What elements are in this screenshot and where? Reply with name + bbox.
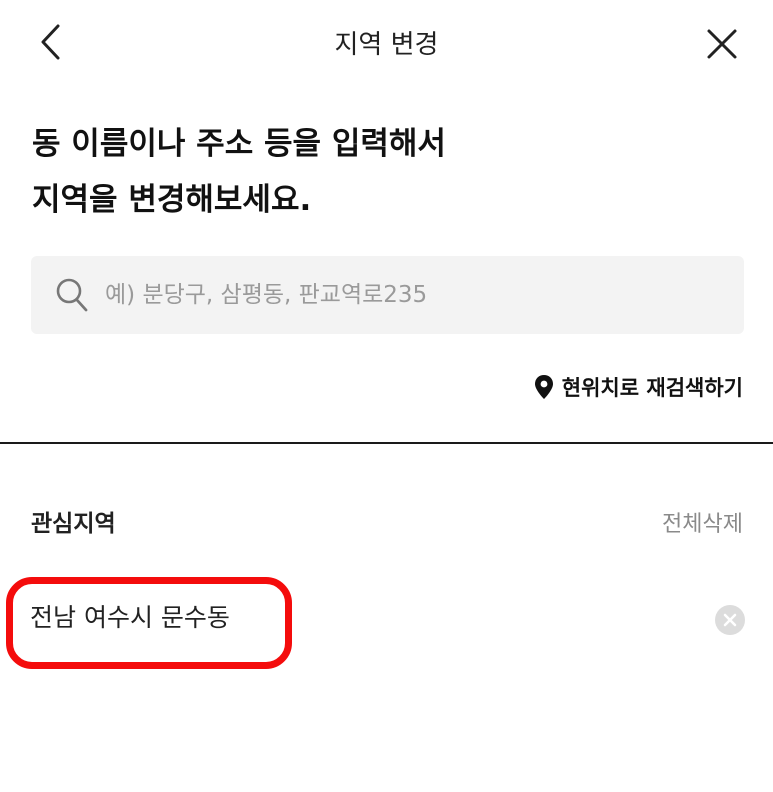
instruction-line-2: 지역을 변경해보세요. (32, 182, 312, 218)
map-pin-icon (534, 375, 553, 399)
search-bar[interactable] (31, 256, 744, 334)
close-button[interactable] (702, 24, 742, 64)
favorite-region-label[interactable]: 전남 여수시 문수동 (30, 598, 230, 634)
instruction-heading: 동 이름이나 주소 등을 입력해서 지역을 변경해보세요. (32, 116, 446, 228)
relocate-button[interactable]: 현위치로 재검색하기 (534, 370, 743, 404)
page-title: 지역 변경 (334, 30, 439, 60)
remove-circle-icon (715, 605, 745, 635)
close-icon (707, 29, 737, 59)
section-divider (0, 442, 773, 444)
instruction-line-1: 동 이름이나 주소 등을 입력해서 (32, 126, 446, 162)
favorites-title: 관심지역 (31, 511, 116, 537)
relocate-label: 현위치로 재검색하기 (561, 376, 743, 400)
search-icon (56, 278, 88, 312)
favorite-region-item: 전남 여수시 문수동 (0, 580, 773, 662)
search-input[interactable] (105, 256, 725, 334)
clear-all-button[interactable]: 전체삭제 (662, 506, 743, 538)
app-header: 지역 변경 (0, 0, 773, 84)
remove-region-button[interactable] (714, 604, 746, 636)
